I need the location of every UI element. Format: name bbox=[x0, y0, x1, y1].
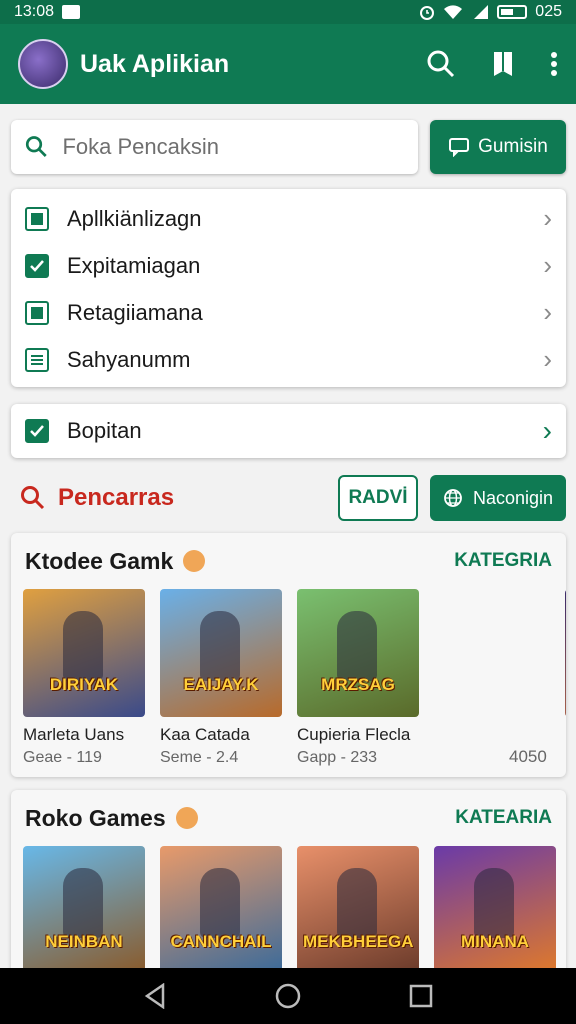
checkbox-checked-icon bbox=[25, 419, 49, 443]
avatar[interactable] bbox=[18, 39, 68, 89]
smile-emoji-icon bbox=[183, 550, 206, 572]
game-thumbnail: EAIJAY.K bbox=[160, 589, 282, 717]
game-card[interactable]: NEINBAN bbox=[23, 846, 147, 974]
game-logo: MEKBHEEGA bbox=[303, 932, 414, 951]
game-thumbnail: NEINBAN bbox=[23, 846, 145, 974]
menu-item-label: Retagiiamana bbox=[67, 299, 203, 325]
home-icon[interactable] bbox=[274, 982, 302, 1010]
menu-item[interactable]: Apllkiänlizagn › bbox=[11, 195, 566, 242]
bookmark-icon[interactable] bbox=[492, 50, 514, 78]
search-button[interactable]: Gumisin bbox=[430, 120, 566, 174]
checkbox-checked-icon bbox=[25, 253, 49, 278]
single-item-label: Bopitan bbox=[67, 418, 142, 443]
status-time: 13:08 bbox=[14, 3, 55, 20]
game-thumbnail: MRZSAG bbox=[297, 589, 419, 717]
menu-item-label: Expitamiagan bbox=[67, 252, 201, 278]
search-row: Gumisin bbox=[11, 120, 566, 174]
menu-item-label: Sahyanumm bbox=[67, 346, 191, 372]
search-input[interactable] bbox=[62, 134, 404, 160]
game-thumbnail: DIRIYAK bbox=[23, 589, 145, 717]
more-vert-icon[interactable] bbox=[550, 51, 558, 77]
game-meta: Gapp - 233 bbox=[297, 749, 378, 766]
game-card[interactable]: DIRIYAK Marleta Uans Geae - 119 bbox=[23, 589, 147, 767]
app-bar: Uak Aplikian bbox=[0, 24, 576, 104]
search-icon[interactable] bbox=[426, 49, 456, 79]
game-card[interactable]: CANNCHAIL bbox=[160, 846, 284, 974]
game-meta: Seme - 2.4 bbox=[160, 749, 239, 766]
smile-emoji-icon bbox=[175, 807, 198, 829]
square-check-icon bbox=[25, 206, 49, 231]
menu-card: Apllkiänlizagn › Expitamiagan › Retagiia… bbox=[11, 189, 566, 387]
game-logo: DIRIYAK bbox=[49, 675, 119, 694]
section-link[interactable]: KATEGRIA bbox=[454, 550, 552, 572]
game-thumbnail: MINANA bbox=[434, 846, 556, 974]
section-title: Ktodee Gamk bbox=[25, 547, 174, 574]
game-card[interactable]: MRZSAG Cupieria Flecla Gapp - 233 bbox=[297, 589, 421, 767]
game-thumbnail-peek[interactable] bbox=[565, 589, 566, 717]
chevron-right-icon: › bbox=[543, 297, 552, 327]
game-logo: CANNCHAIL bbox=[170, 932, 272, 951]
globe-button-label: Naconigin bbox=[472, 487, 554, 508]
search-icon bbox=[25, 136, 47, 157]
square-check-icon bbox=[25, 300, 49, 325]
system-nav-bar bbox=[0, 968, 576, 1024]
chevron-right-icon: › bbox=[543, 250, 552, 280]
chevron-right-icon: › bbox=[543, 203, 552, 233]
app-title: Uak Aplikian bbox=[80, 49, 230, 78]
game-logo: MINANA bbox=[461, 932, 529, 951]
game-name: Kaa Catada bbox=[160, 725, 250, 744]
games-section: Ktodee Gamk KATEGRIA DIRIYAK Marleta Uan… bbox=[11, 533, 566, 777]
game-card[interactable]: MINANA bbox=[434, 846, 558, 974]
document-icon bbox=[25, 347, 49, 372]
menu-item-label: Apllkiänlizagn bbox=[67, 205, 202, 231]
chevron-right-icon: › bbox=[542, 415, 552, 446]
game-card[interactable]: MEKBHEEGA bbox=[297, 846, 421, 974]
game-logo: EAIJAY.K bbox=[183, 675, 259, 694]
section-title: Roko Games bbox=[25, 804, 166, 831]
search-field[interactable] bbox=[11, 120, 418, 174]
notification-icon bbox=[62, 5, 81, 19]
games-section: Roko Games KATEARIA NEINBAN CANNCHAIL ME… bbox=[11, 790, 566, 980]
menu-item[interactable]: Expitamiagan › bbox=[11, 242, 566, 289]
battery-text: 025 bbox=[535, 3, 562, 20]
game-meta: Geae - 119 bbox=[23, 749, 102, 766]
game-card[interactable]: EAIJAY.K Kaa Catada Seme - 2.4 bbox=[160, 589, 284, 767]
signal-icon bbox=[474, 5, 489, 19]
menu-item[interactable]: Sahyanumm › bbox=[11, 336, 566, 383]
game-name: Cupieria Flecla bbox=[297, 725, 411, 744]
alarm-icon bbox=[420, 6, 435, 20]
section-link[interactable]: KATEARIA bbox=[455, 807, 552, 829]
outline-button[interactable]: RADVİ bbox=[338, 475, 418, 521]
recents-icon[interactable] bbox=[409, 984, 433, 1008]
filter-row: Pencarras RADVİ Naconigin bbox=[20, 474, 566, 522]
filter-title: Pencarras bbox=[58, 484, 175, 511]
chat-icon bbox=[449, 138, 470, 157]
game-thumbnail: CANNCHAIL bbox=[160, 846, 282, 974]
game-logo: MRZSAG bbox=[321, 675, 395, 694]
back-icon[interactable] bbox=[143, 983, 167, 1009]
single-menu-item[interactable]: Bopitan › bbox=[11, 404, 566, 458]
game-thumbnail: MEKBHEEGA bbox=[297, 846, 419, 974]
chevron-right-icon: › bbox=[543, 344, 552, 374]
menu-item[interactable]: Retagiiamana › bbox=[11, 289, 566, 336]
globe-icon bbox=[444, 489, 462, 507]
game-name: Marleta Uans bbox=[23, 725, 125, 744]
wifi-icon bbox=[444, 5, 463, 19]
battery-icon bbox=[497, 5, 528, 19]
search-icon bbox=[21, 486, 45, 510]
search-button-label: Gumisin bbox=[478, 136, 548, 157]
globe-button[interactable]: Naconigin bbox=[430, 475, 566, 521]
status-bar: 13:08 025 bbox=[0, 0, 576, 24]
game-logo: NEINBAN bbox=[45, 932, 123, 951]
extra-count: 4050 bbox=[509, 747, 547, 766]
